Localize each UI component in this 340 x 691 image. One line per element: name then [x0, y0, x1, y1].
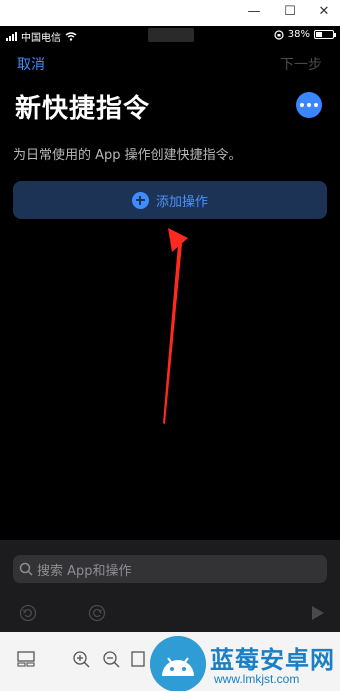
window-title-bar: — ☐ ✕	[0, 0, 340, 26]
actual-size-icon[interactable]	[131, 650, 145, 668]
search-input[interactable]: 搜索 App和操作	[13, 555, 327, 583]
phone-screen: 中国电信 38% 取消 下一步 新快捷指令 为日常使用的 App 操作创建快捷指…	[0, 26, 340, 632]
minimize-icon[interactable]: —	[244, 3, 264, 21]
thumbnail-view-icon[interactable]	[17, 650, 35, 668]
android-robot-logo-icon	[150, 636, 206, 691]
search-placeholder: 搜索 App和操作	[37, 563, 132, 579]
undo-icon[interactable]	[19, 604, 37, 622]
action-panel: 搜索 App和操作	[0, 540, 340, 632]
zoom-out-icon[interactable]	[102, 650, 120, 668]
editor-toolbar	[0, 596, 340, 630]
close-icon[interactable]: ✕	[314, 3, 334, 21]
play-icon[interactable]	[308, 604, 326, 622]
maximize-icon[interactable]: ☐	[280, 3, 300, 21]
watermark: 蓝莓安卓网 www.lmkjst.com	[150, 632, 340, 691]
search-icon	[19, 562, 33, 576]
zoom-in-icon[interactable]	[72, 650, 90, 668]
redo-icon[interactable]	[88, 604, 106, 622]
watermark-title: 蓝莓安卓网	[210, 646, 335, 674]
watermark-url: www.lmkjst.com	[214, 672, 300, 686]
